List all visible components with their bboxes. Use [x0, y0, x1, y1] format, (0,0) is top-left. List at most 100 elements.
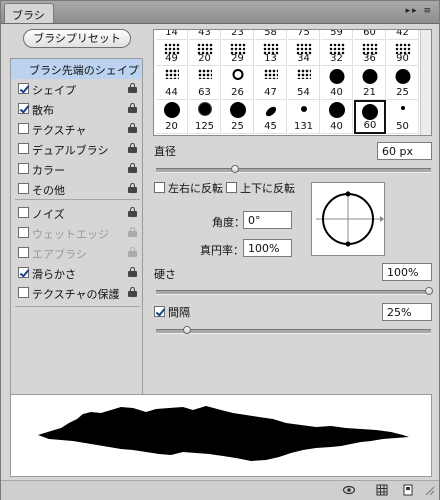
brush-tip-cell[interactable]: 21 — [354, 66, 386, 100]
angle-roundness-widget[interactable] — [311, 182, 385, 256]
brush-tip-cell[interactable]: 59 — [321, 30, 353, 40]
brush-grid-scrollbar[interactable] — [420, 30, 431, 135]
new-brush-icon[interactable] — [402, 484, 414, 496]
panel-menu-icon[interactable]: ▸▸ ≡ — [406, 6, 433, 16]
option-item[interactable]: シェイプ — [11, 79, 142, 99]
lock-icon[interactable] — [128, 83, 137, 93]
option-item[interactable]: ウェットエッジ — [11, 223, 142, 243]
tab-brush-label: ブラシ — [12, 9, 45, 22]
option-checkbox[interactable] — [18, 103, 29, 114]
brush-size-label: 29 — [231, 53, 244, 64]
flip-y-checkbox[interactable] — [226, 182, 237, 193]
brush-tip-cell[interactable]: 25 — [387, 66, 419, 100]
lock-icon[interactable] — [128, 247, 137, 257]
lock-icon[interactable] — [128, 143, 137, 153]
option-item[interactable]: エアブラシ — [11, 243, 142, 263]
diameter-slider-track[interactable] — [156, 168, 431, 173]
option-checkbox[interactable] — [18, 267, 29, 278]
brush-tip-cell[interactable]: 50 — [387, 100, 419, 134]
brush-tip-cell[interactable]: 14 — [156, 30, 188, 40]
brush-tip-cell[interactable]: 54 — [288, 66, 320, 100]
resize-grip-icon[interactable] — [423, 484, 435, 496]
brush-tip-cell[interactable]: 125 — [189, 100, 221, 134]
option-checkbox[interactable] — [18, 163, 29, 174]
flip-x-checkbox[interactable] — [154, 182, 165, 193]
lock-icon[interactable] — [128, 163, 137, 173]
brush-size-label: 75 — [297, 29, 310, 38]
option-item[interactable]: デュアルブラシ — [11, 139, 142, 159]
option-item[interactable]: テクスチャ — [11, 119, 142, 139]
option-label: ウェットエッジ — [32, 228, 109, 241]
roundness-input[interactable]: 100% — [243, 239, 292, 257]
lock-icon[interactable] — [128, 103, 137, 113]
spacing-input[interactable]: 25% — [382, 303, 432, 321]
brush-tip-cell[interactable]: 90 — [387, 40, 419, 66]
option-item[interactable]: 散布 — [11, 99, 142, 119]
hardness-slider-thumb[interactable] — [425, 287, 433, 295]
brush-tip-cell[interactable]: 29 — [222, 40, 254, 66]
brush-tip-cell[interactable]: 63 — [189, 66, 221, 100]
lock-icon[interactable] — [128, 123, 137, 133]
brush-tip-cell[interactable]: 26 — [222, 66, 254, 100]
toggle-preview-icon[interactable] — [343, 484, 355, 496]
brush-tip-cell[interactable]: 60 — [354, 100, 386, 134]
lock-icon[interactable] — [128, 227, 137, 237]
option-checkbox[interactable] — [18, 183, 29, 194]
brush-tip-cell[interactable]: 42 — [387, 30, 419, 40]
brush-tip-grid[interactable]: 14 43 23 58 75 59 60 42 49 20 29 13 34 32 36 90 44 63 26 47… — [153, 29, 432, 136]
brush-tip-cell[interactable]: 49 — [156, 40, 188, 66]
brush-tip-cell[interactable]: 25 — [222, 100, 254, 134]
option-checkbox[interactable] — [18, 207, 29, 218]
option-label: テクスチャ — [32, 124, 87, 137]
lock-icon[interactable] — [128, 183, 137, 193]
brush-tip-cell[interactable]: 47 — [255, 66, 287, 100]
option-item[interactable]: その他 — [11, 179, 142, 199]
hardness-slider-track[interactable] — [156, 290, 431, 295]
brush-tip-cell[interactable]: 60 — [354, 30, 386, 40]
brush-size-label: 125 — [194, 121, 215, 132]
brush-tip-cell[interactable]: 43 — [189, 30, 221, 40]
brush-tip-cell[interactable]: 23 — [222, 30, 254, 40]
option-item[interactable]: テクスチャの保護 — [11, 283, 142, 303]
spacing-checkbox[interactable] — [154, 306, 165, 317]
option-divider — [15, 306, 140, 307]
spacing-slider-thumb[interactable] — [183, 326, 191, 334]
option-item[interactable]: ブラシ先端のシェイプ — [11, 59, 142, 79]
brush-tip-cell[interactable]: 36 — [354, 40, 386, 66]
option-item[interactable]: カラー — [11, 159, 142, 179]
flip-y-label: 上下に反転 — [240, 182, 295, 195]
option-checkbox[interactable] — [18, 247, 29, 258]
hardness-input[interactable]: 100% — [382, 263, 432, 281]
brush-tip-cell[interactable]: 75 — [288, 29, 320, 40]
brush-size-label: 54 — [297, 87, 310, 98]
option-checkbox[interactable] — [18, 287, 29, 298]
brush-tip-cell[interactable]: 45 — [255, 100, 287, 134]
brush-tip-cell[interactable]: 20 — [189, 40, 221, 66]
brush-tip-cell[interactable]: 44 — [156, 66, 188, 100]
brush-tip-cell[interactable]: 20 — [156, 100, 188, 134]
spacing-slider-track[interactable] — [156, 329, 431, 334]
diameter-input[interactable]: 60 px — [377, 142, 432, 160]
lock-icon[interactable] — [128, 207, 137, 217]
brush-tip-cell[interactable]: 32 — [321, 40, 353, 66]
option-checkbox[interactable] — [18, 143, 29, 154]
diameter-slider-thumb[interactable] — [231, 165, 239, 173]
option-checkbox[interactable] — [18, 123, 29, 134]
brush-presets-button[interactable]: ブラシプリセット — [23, 29, 131, 48]
angle-input[interactable]: 0° — [243, 211, 292, 229]
option-item[interactable]: ノイズ — [11, 203, 142, 223]
brush-tip-cell[interactable]: 40 — [321, 66, 353, 100]
lock-icon[interactable] — [128, 287, 137, 297]
brush-tip-cell[interactable]: 131 — [288, 100, 320, 134]
brush-tip-cell[interactable]: 13 — [255, 40, 287, 66]
lock-icon[interactable] — [128, 267, 137, 277]
tab-brush[interactable]: ブラシ — [4, 3, 54, 23]
brush-tip-cell[interactable]: 58 — [255, 30, 287, 40]
brush-grid-icon[interactable] — [376, 484, 388, 496]
brush-tip-cell[interactable]: 34 — [288, 40, 320, 66]
brush-tip-cell[interactable]: 40 — [321, 100, 353, 134]
option-checkbox[interactable] — [18, 83, 29, 94]
option-item[interactable]: 滑らかさ — [11, 263, 142, 283]
option-label: 散布 — [32, 104, 54, 117]
option-checkbox[interactable] — [18, 227, 29, 238]
